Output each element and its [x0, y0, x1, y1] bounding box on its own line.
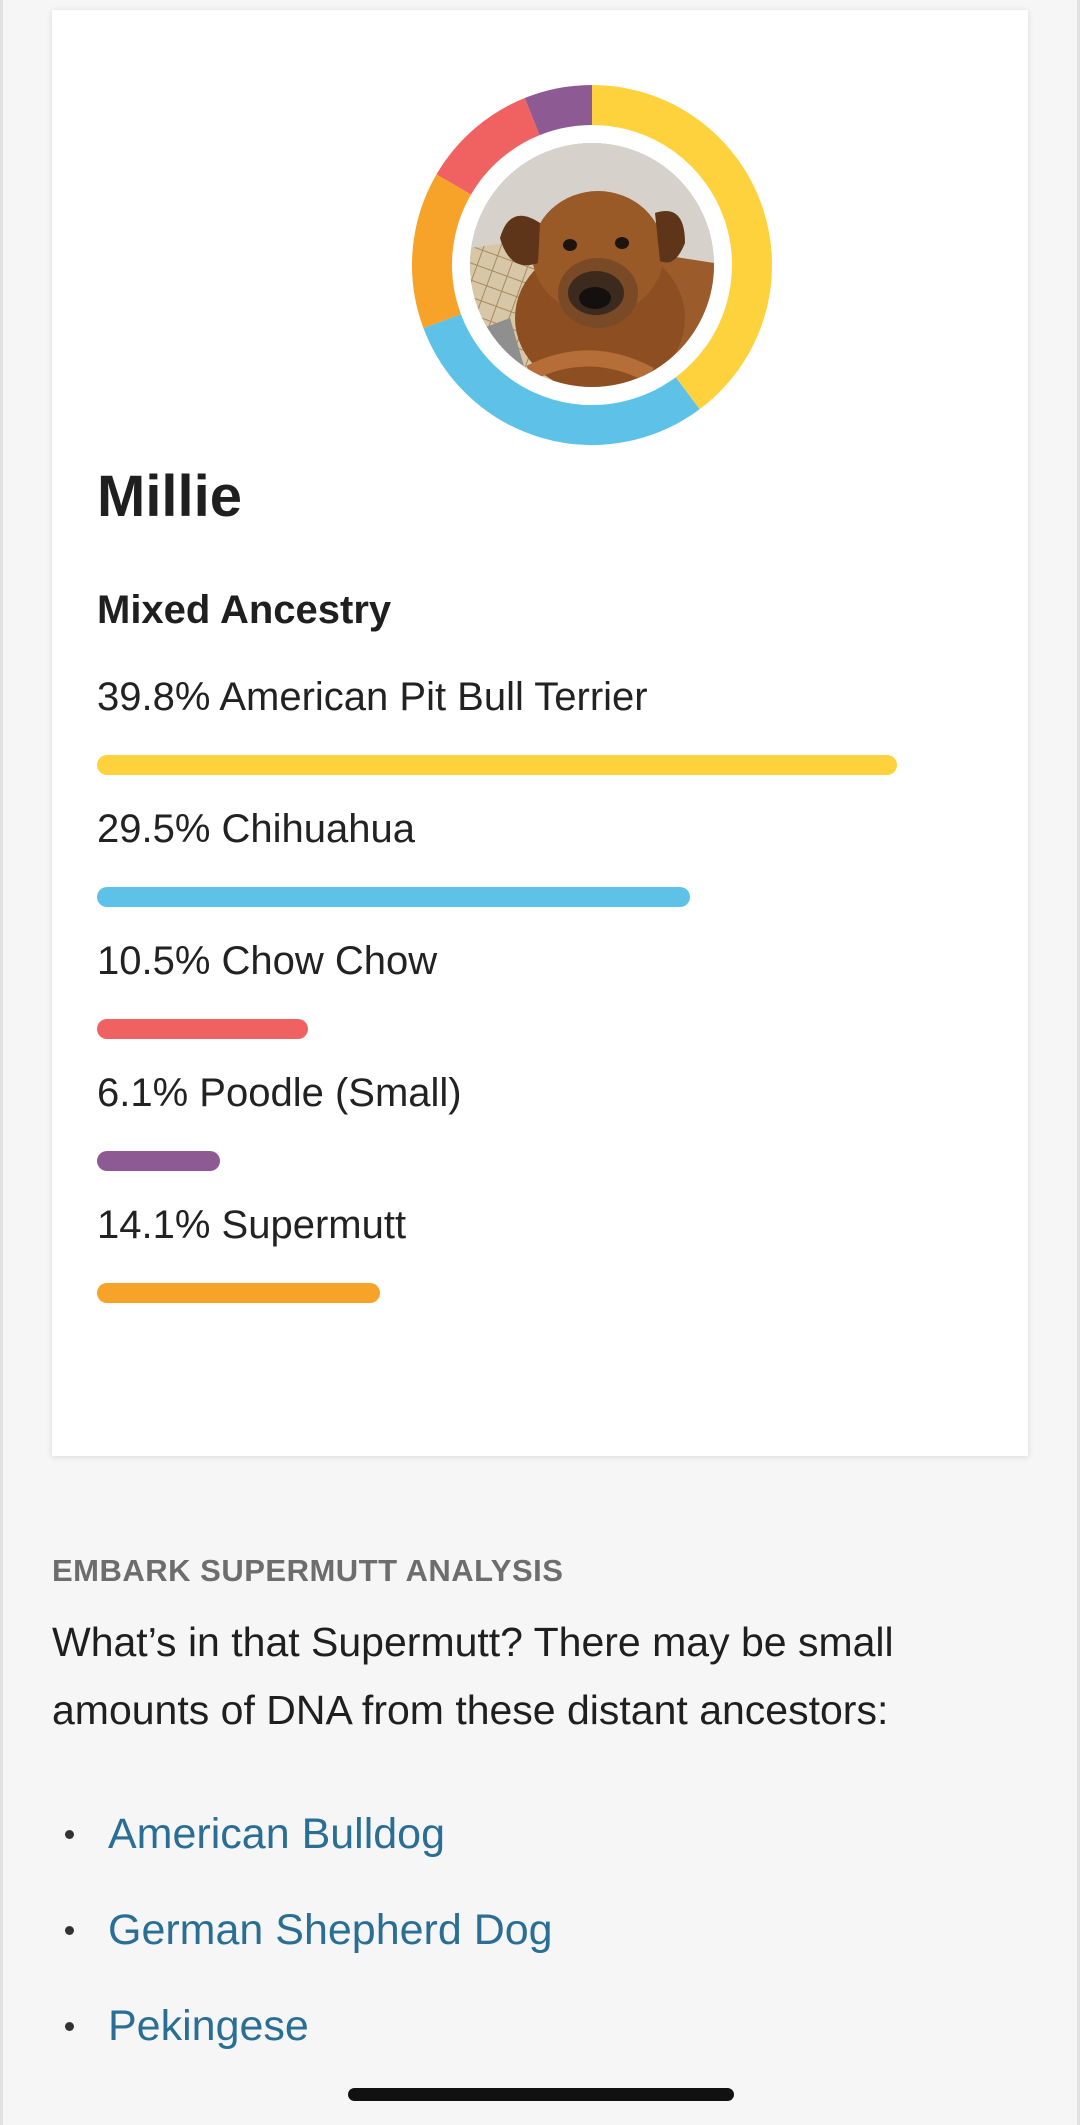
breed-row-chow-chow: 10.5% Chow Chow [97, 941, 997, 1039]
breed-label: 10.5% Chow Chow [97, 939, 438, 983]
home-indicator[interactable] [348, 2088, 734, 2101]
breed-bar [97, 1283, 380, 1303]
breed-bar [97, 1019, 308, 1039]
ancestor-list: American Bulldog German Shepherd Dog Pek… [52, 1786, 1042, 2074]
breed-row-supermutt: 14.1% Supermutt [97, 1205, 997, 1303]
section-eyebrow: EMBARK SUPERMUTT ANALYSIS [52, 1553, 564, 1588]
ancestry-donut-chart [402, 75, 782, 455]
dog-photo [470, 143, 714, 387]
dog-name: Millie [97, 464, 243, 529]
list-item: Pekingese [52, 1978, 1042, 2074]
ancestor-link-pekingese[interactable]: Pekingese [108, 2002, 309, 2051]
dog-portrait-image [470, 143, 714, 387]
breed-row-poodle-small: 6.1% Poodle (Small) [97, 1073, 997, 1171]
supermutt-analysis-section: EMBARK SUPERMUTT ANALYSIS What’s in that… [52, 1555, 1042, 2074]
ancestor-link-american-bulldog[interactable]: American Bulldog [108, 1810, 445, 1859]
list-item: American Bulldog [52, 1786, 1042, 1882]
list-item: German Shepherd Dog [52, 1882, 1042, 1978]
ancestor-link-german-shepherd-dog[interactable]: German Shepherd Dog [108, 1906, 553, 1955]
bullet-icon [65, 2021, 74, 2031]
bullet-icon [65, 1829, 74, 1839]
breed-bar [97, 755, 897, 775]
breed-bar [97, 887, 690, 907]
ancestry-heading: Mixed Ancestry [97, 588, 392, 632]
donut-segment [524, 85, 593, 136]
bullet-icon [65, 1925, 74, 1935]
supermutt-description: What’s in that Supermutt? There may be s… [52, 1619, 894, 1733]
breed-label: 6.1% Poodle (Small) [97, 1071, 462, 1115]
breed-label: 39.8% American Pit Bull Terrier [97, 675, 648, 719]
breed-label: 14.1% Supermutt [97, 1203, 407, 1247]
breed-row-american-pit-bull-terrier: 39.8% American Pit Bull Terrier [97, 677, 997, 775]
breed-label: 29.5% Chihuahua [97, 807, 416, 851]
donut-segment [412, 174, 472, 329]
breed-row-chihuahua: 29.5% Chihuahua [97, 809, 997, 907]
page-edge-left [0, 0, 3, 2125]
breed-bar [97, 1151, 220, 1171]
ancestry-card: Millie Mixed Ancestry 39.8% American Pit… [52, 10, 1028, 1456]
